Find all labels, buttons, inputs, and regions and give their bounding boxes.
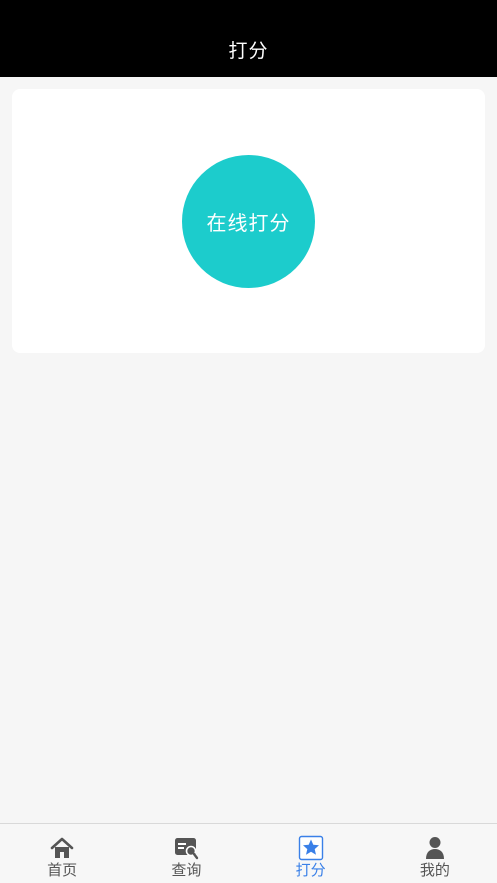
tab-score-label: 打分 (295, 861, 326, 879)
tab-score[interactable]: 打分 (249, 824, 373, 883)
tab-home-label: 首页 (47, 861, 78, 879)
star-icon (298, 835, 323, 861)
online-score-button-label: 在线打分 (206, 211, 291, 235)
page-title: 打分 (228, 40, 269, 62)
navigation-bar: 打分 (0, 0, 497, 77)
tab-bar: 首页 查询 打分 我的 (0, 823, 497, 883)
tab-home[interactable]: 首页 (0, 824, 124, 883)
tab-query-label: 查询 (171, 861, 202, 879)
home-icon (50, 837, 74, 858)
score-card: 在线打分 (12, 89, 485, 353)
search-card-icon (175, 838, 199, 860)
user-icon (425, 837, 444, 859)
tab-mine-label: 我的 (419, 861, 450, 879)
tab-mine[interactable]: 我的 (373, 824, 497, 883)
online-score-button[interactable]: 在线打分 (182, 155, 315, 288)
app-screen: 打分 在线打分 首页 查询 打分 我的 (0, 0, 497, 883)
tab-query[interactable]: 查询 (124, 824, 248, 883)
